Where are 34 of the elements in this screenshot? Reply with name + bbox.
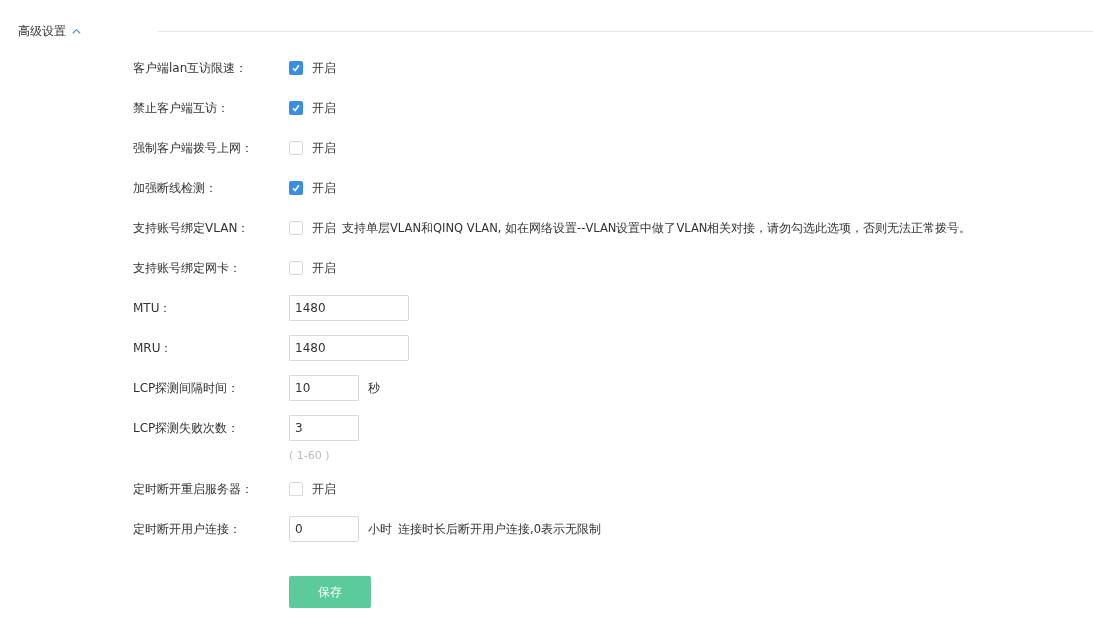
field-label: LCP探测间隔时间： (132, 379, 241, 397)
field-label: 客户端lan互访限速： (132, 59, 249, 77)
input-field[interactable]: 10 (289, 375, 359, 401)
field-label: 强制客户端拨号上网： (132, 139, 254, 157)
input-field[interactable]: 0 (289, 516, 359, 542)
input-field[interactable]: 1480 (289, 335, 409, 361)
input-field[interactable]: 1480 (289, 295, 409, 321)
checkbox-label: 开启 (312, 259, 336, 277)
field-label: 禁止客户端互访： (132, 99, 230, 117)
checkbox[interactable] (289, 101, 303, 115)
input-field[interactable]: 3 (289, 415, 359, 441)
field-label: MTU： (132, 299, 173, 317)
chevron-up-icon (72, 28, 81, 34)
checkbox-label: 开启 (312, 219, 336, 237)
field-label: MRU： (132, 339, 174, 357)
checkbox-label: 开启 (312, 99, 336, 117)
field-label: 支持账号绑定网卡： (132, 259, 242, 277)
checkbox[interactable] (289, 61, 303, 75)
checkbox-label: 开启 (312, 480, 336, 498)
field-label: 定时断开用户连接： (132, 520, 242, 538)
range-hint: ( 1-60 ) (289, 449, 330, 462)
field-label: LCP探测失败次数： (132, 419, 241, 437)
field-label: 定时断开重启服务器： (132, 480, 254, 498)
checkbox[interactable] (289, 181, 303, 195)
field-label: 加强断线检测： (132, 179, 218, 197)
checkbox-label: 开启 (312, 139, 336, 157)
unit-label: 小时 (368, 520, 392, 538)
checkbox-label: 开启 (312, 179, 336, 197)
section-toggle[interactable]: 高级设置 (18, 22, 158, 40)
help-text: 支持单层VLAN和QINQ VLAN, 如在网络设置--VLAN设置中做了VLAN相关对接，请勿勾选此选项，否则无法正常拨号。 (342, 220, 972, 236)
help-text: 连接时长后断开用户连接,0表示无限制 (398, 521, 601, 537)
checkbox-label: 开启 (312, 59, 336, 77)
unit-label: 秒 (368, 379, 380, 397)
field-label: 支持账号绑定VLAN： (132, 219, 251, 237)
